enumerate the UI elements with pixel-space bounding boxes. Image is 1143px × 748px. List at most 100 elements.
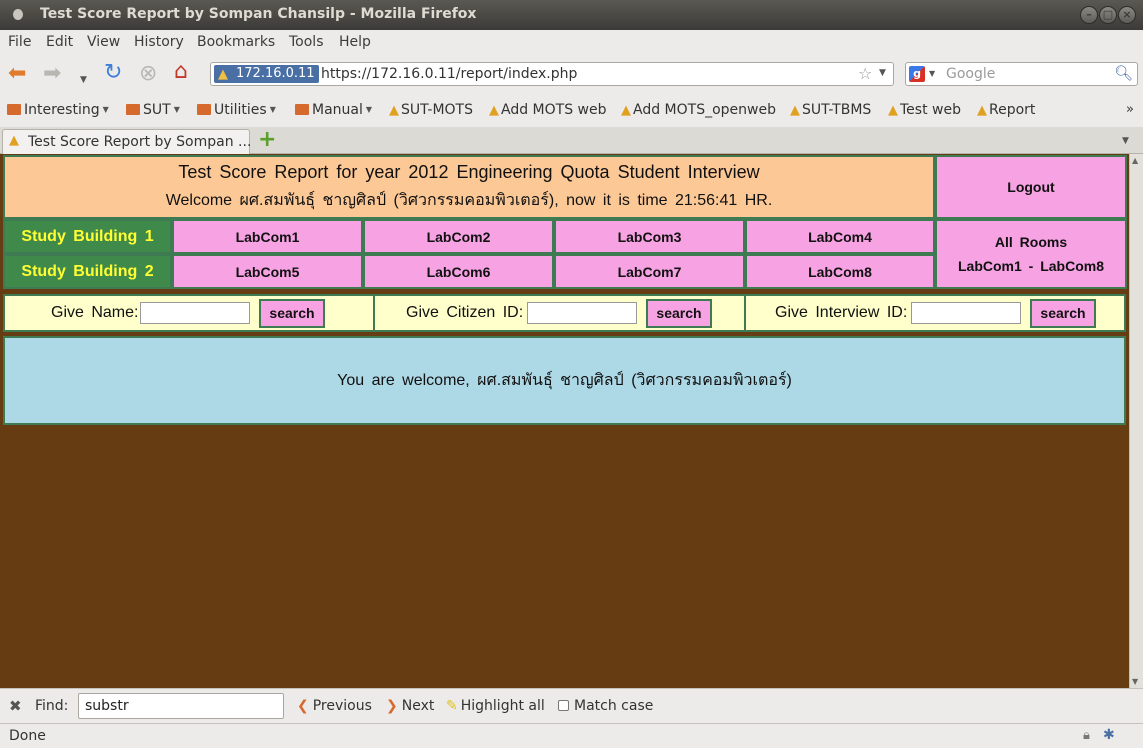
report-title: Test Score Report for year 2012 Engineer… [178,161,760,182]
match-case-checkbox[interactable]: Match case [558,698,653,714]
highlighter-icon: ✎ [446,698,458,714]
new-tab-icon[interactable]: + [258,129,276,151]
labcom2-button[interactable]: LabCom2 [363,219,554,254]
menu-tools[interactable]: Tools [289,34,324,50]
bookmark-test-web[interactable]: ▲ Test web [888,102,961,118]
search-placeholder[interactable]: Google [946,66,995,82]
labcom8-button[interactable]: LabCom8 [745,254,935,289]
bookmark-label: SUT-MOTS [401,102,473,118]
close-window-icon[interactable]: × [1118,6,1136,24]
engine-dropdown-icon[interactable]: ▼ [929,69,935,78]
all-rooms-button[interactable]: All Rooms LabCom1 - LabCom8 [935,219,1127,289]
maximize-icon[interactable]: □ [1099,6,1117,24]
window-title: Test Score Report by Sompan Chansilp - M… [40,6,477,22]
menu-edit[interactable]: Edit [46,34,73,50]
search-by-interview-id: Give Interview ID: search [746,296,1124,330]
navigation-toolbar: ⬅ ➡ ▼ ↻ ⊗ ⌂ ▲ 172.16.0.11 https://172.16.… [0,55,1143,93]
labcom4-button[interactable]: LabCom4 [745,219,935,254]
bookmark-label: Report [989,102,1036,118]
back-icon[interactable]: ⬅ [8,63,26,85]
menu-file[interactable]: File [8,34,31,50]
bookmark-sut-tbms[interactable]: ▲ SUT-TBMS [790,102,871,118]
checkbox-icon [558,700,569,711]
chevron-down-icon: ▼ [269,105,276,114]
menu-help[interactable]: Help [339,34,371,50]
citizen-id-input[interactable] [527,302,637,324]
home-icon[interactable]: ⌂ [174,61,188,83]
bookmark-label: Manual [312,102,363,118]
warning-icon: ▲ [621,103,631,118]
highlight-all-button[interactable]: ✎ Highlight all [446,698,545,714]
warning-icon: ▲ [489,103,499,118]
labcom7-button[interactable]: LabCom7 [554,254,745,289]
status-bar: Done 🔒︎ ✱ [0,723,1143,748]
interview-id-input[interactable] [911,302,1021,324]
extension-icon[interactable]: ✱ [1103,727,1115,743]
welcome-panel: You are welcome, ผศ.สมพันธุ์ ชาญศิลป์ (ว… [3,336,1126,425]
bookmark-label: Utilities [214,102,267,118]
name-search-button[interactable]: search [259,299,325,328]
bookmark-folder-interesting[interactable]: Interesting ▼ [7,102,109,118]
tab-test-score-report[interactable]: ▲ Test Score Report by Sompan ... [2,129,252,154]
labcom3-button[interactable]: LabCom3 [554,219,745,254]
find-next-button[interactable]: ❯ Next [386,698,434,714]
bookmark-star-icon[interactable]: ☆ [858,64,872,83]
bookmark-add-mots-openweb[interactable]: ▲ Add MOTS_openweb [621,102,776,118]
folder-icon [126,104,140,115]
scroll-down-icon[interactable]: ▼ [1132,677,1138,686]
bookmark-sut-mots[interactable]: ▲ SUT-MOTS [389,102,473,118]
vertical-scrollbar[interactable]: ▲ ▼ [1129,154,1143,688]
site-identity-label: 172.16.0.11 [236,66,315,81]
history-dropdown-icon[interactable]: ▼ [80,69,87,91]
minimize-icon[interactable]: – [1080,6,1098,24]
warning-icon: ▲ [790,103,800,118]
interview-id-search-button[interactable]: search [1030,299,1096,328]
labcom1-button[interactable]: LabCom1 [172,219,363,254]
close-find-icon[interactable]: ✖ [9,697,22,715]
url-text[interactable]: https://172.16.0.11/report/index.php [321,66,577,82]
bookmark-folder-utilities[interactable]: Utilities ▼ [197,102,276,118]
bookmark-folder-manual[interactable]: Manual ▼ [295,102,372,118]
menu-history[interactable]: History [134,34,184,50]
url-bar[interactable]: ▲ 172.16.0.11 https://172.16.0.11/report/… [210,62,894,86]
warning-icon: ▲ [888,103,898,118]
search-icon[interactable]: 🔍︎ [1114,64,1133,82]
reload-icon[interactable]: ↻ [104,62,122,84]
forward-icon[interactable]: ➡ [43,63,61,85]
bookmarks-overflow-icon[interactable]: » [1126,102,1134,117]
scroll-up-icon[interactable]: ▲ [1132,156,1138,165]
site-identity-button[interactable]: ▲ 172.16.0.11 [214,65,319,83]
url-dropdown-icon[interactable]: ▼ [879,68,886,78]
tab-list-dropdown-icon[interactable]: ▼ [1122,136,1129,146]
interview-id-label: Give Interview ID: [775,304,908,321]
stop-icon[interactable]: ⊗ [139,63,157,85]
find-input[interactable] [78,693,284,719]
find-previous-button[interactable]: ❮ Previous [297,698,372,714]
menu-view[interactable]: View [87,34,120,50]
tab-label: Test Score Report by Sompan ... [28,134,252,150]
study-building-1[interactable]: Study Building 1 [3,219,172,254]
warning-icon: ▲ [389,103,399,118]
study-building-2[interactable]: Study Building 2 [3,254,172,289]
status-text: Done [9,728,46,744]
search-by-name: Give Name: search [5,296,375,330]
bookmark-report[interactable]: ▲ Report [977,102,1035,118]
search-bar[interactable]: g ▼ Google 🔍︎ [905,62,1138,86]
folder-icon [7,104,21,115]
bookmark-add-mots-web[interactable]: ▲ Add MOTS web [489,102,607,118]
chevron-down-icon: ▼ [102,105,109,114]
labcom6-button[interactable]: LabCom6 [363,254,554,289]
site-favicon-icon: ▲ [218,67,228,82]
google-engine-icon[interactable]: g [909,66,925,82]
tab-strip: ▲ Test Score Report by Sompan ... + ▼ [0,127,1143,154]
labcom5-button[interactable]: LabCom5 [172,254,363,289]
name-input[interactable] [140,302,250,324]
menu-bookmarks[interactable]: Bookmarks [197,34,275,50]
lock-icon[interactable]: 🔒︎ [1083,728,1090,743]
bookmark-folder-sut[interactable]: SUT ▼ [126,102,180,118]
logout-button[interactable]: Logout [935,155,1127,219]
window-menu-icon[interactable] [13,9,23,20]
citizen-id-search-button[interactable]: search [646,299,712,328]
find-previous-label: Previous [312,698,372,714]
all-rooms-range: LabCom1 - LabCom8 [957,258,1104,274]
